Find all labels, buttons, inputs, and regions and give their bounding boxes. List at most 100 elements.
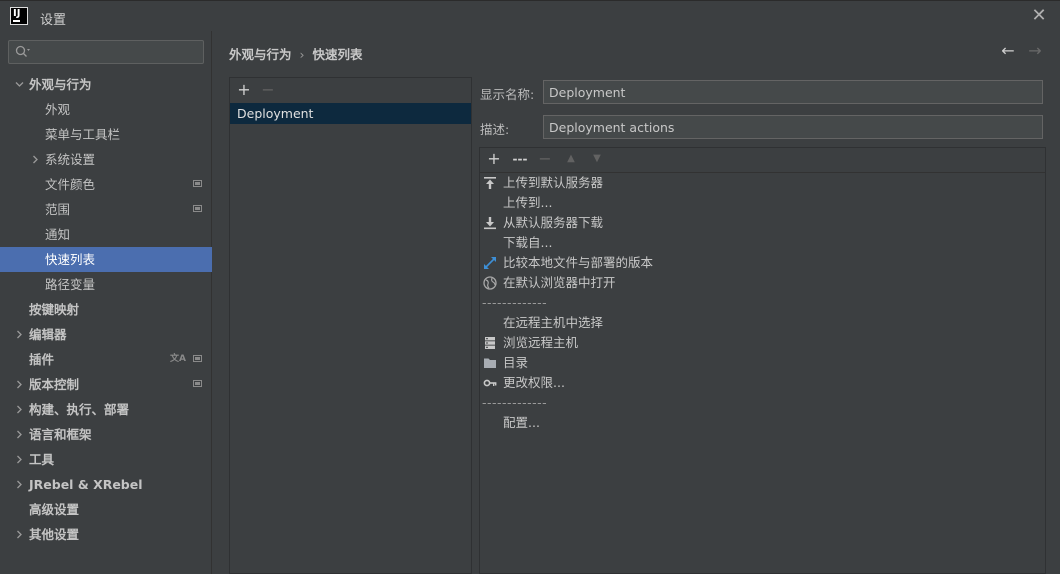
sidebar-item-label: 快速列表 — [45, 252, 96, 267]
back-arrow-icon[interactable]: ← — [998, 41, 1018, 61]
action-row[interactable]: 更改权限... — [480, 373, 1045, 393]
title-bar: IJ 设置 ✕ — [0, 0, 1060, 31]
project-scope-icon — [193, 355, 202, 362]
list-item[interactable]: Deployment — [230, 103, 471, 124]
quick-lists-toolbar: + − — [230, 78, 471, 104]
action-label: 上传到默认服务器 — [503, 175, 604, 190]
forward-arrow-icon[interactable]: → — [1025, 41, 1045, 61]
action-label: 在远程主机中选择 — [503, 315, 604, 330]
action-row[interactable]: 配置... — [480, 413, 1045, 433]
actions-list: 上传到默认服务器上传到... 从默认服务器下载下载自... 比较本地文件与部署的版本… — [480, 173, 1045, 433]
sidebar-item[interactable]: 版本控制 — [0, 372, 212, 397]
settings-tree: 外观与行为外观菜单与工具栏 系统设置文件颜色范围通知快速列表路径变量按键映射编辑器… — [0, 72, 212, 547]
add-list-button[interactable]: + — [235, 81, 253, 99]
sidebar-item-label: 外观 — [45, 102, 71, 117]
display-name-label: 显示名称: — [480, 87, 535, 102]
translate-icon: 文A — [170, 354, 186, 364]
sidebar-item[interactable]: 按键映射 — [0, 297, 212, 322]
chevron-right-icon[interactable] — [14, 372, 24, 397]
action-row[interactable]: 在远程主机中选择 — [480, 313, 1045, 333]
quick-lists: Deployment — [230, 103, 471, 124]
remove-action-button[interactable]: − — [536, 150, 554, 168]
chevron-right-icon[interactable] — [14, 322, 24, 347]
search-icon — [15, 45, 30, 57]
sidebar-item[interactable]: 编辑器 — [0, 322, 212, 347]
chevron-right-icon[interactable] — [14, 447, 24, 472]
sidebar-item-label: 外观与行为 — [29, 77, 92, 92]
close-button[interactable]: ✕ — [1030, 7, 1048, 25]
sidebar-item-label: 文件颜色 — [45, 177, 96, 192]
chevron-right-icon[interactable] — [14, 472, 24, 497]
sidebar-item-label: 语言和框架 — [29, 427, 92, 442]
sidebar-item-label: 范围 — [45, 202, 71, 217]
sidebar-item[interactable]: 范围 — [0, 197, 212, 222]
description-field[interactable] — [543, 115, 1043, 139]
action-label: 下载自... — [503, 235, 553, 250]
add-separator-button[interactable]: --- — [508, 150, 532, 168]
sidebar-item-label: 编辑器 — [29, 327, 67, 342]
actions-toolbar: + --- − ▲ ▼ — [480, 148, 1045, 173]
app-logo-icon: IJ — [10, 7, 28, 25]
action-row[interactable]: 从默认服务器下载 — [480, 213, 1045, 233]
compare-icon — [483, 256, 497, 270]
sidebar-item[interactable]: 通知 — [0, 222, 212, 247]
sidebar-item[interactable]: 系统设置 — [0, 147, 212, 172]
upload-icon — [483, 176, 497, 190]
sidebar-item-label: 构建、执行、部署 — [29, 402, 130, 417]
sidebar-item[interactable]: 构建、执行、部署 — [0, 397, 212, 422]
add-action-button[interactable]: + — [485, 150, 503, 168]
move-down-button[interactable]: ▼ — [588, 150, 606, 168]
sidebar-item[interactable]: 外观与行为 — [0, 72, 212, 97]
sidebar-item[interactable]: 文件颜色 — [0, 172, 212, 197]
chevron-right-icon[interactable] — [14, 422, 24, 447]
sidebar-item[interactable]: 高级设置 — [0, 497, 212, 522]
sidebar-item-label: 其他设置 — [29, 527, 80, 542]
chevron-right-icon[interactable] — [14, 522, 24, 547]
sidebar-item-label: 按键映射 — [29, 302, 80, 317]
chevron-down-icon[interactable] — [14, 72, 24, 97]
breadcrumb-parent[interactable]: 外观与行为 — [229, 47, 292, 62]
sidebar-item[interactable]: 工具 — [0, 447, 212, 472]
globe-icon — [483, 276, 497, 290]
remove-list-button[interactable]: − — [259, 81, 277, 99]
breadcrumb-separator: › — [299, 47, 305, 62]
action-label: ------------- — [482, 395, 548, 410]
search-box[interactable] — [8, 40, 204, 64]
sidebar-item-label: 版本控制 — [29, 377, 80, 392]
chevron-right-icon[interactable] — [14, 397, 24, 422]
separator-row[interactable]: ------------- — [480, 293, 1045, 313]
display-name-field[interactable] — [543, 80, 1043, 104]
action-row[interactable]: 浏览远程主机 — [480, 333, 1045, 353]
sidebar-item-label: 高级设置 — [29, 502, 80, 517]
action-row[interactable]: 目录 — [480, 353, 1045, 373]
sidebar-item[interactable]: 快速列表 — [0, 247, 212, 272]
action-label: 更改权限... — [503, 375, 565, 390]
description-label: 描述: — [480, 122, 510, 137]
action-row[interactable]: 上传到... — [480, 193, 1045, 213]
action-row[interactable]: 下载自... — [480, 233, 1045, 253]
sidebar-item[interactable]: 菜单与工具栏 — [0, 122, 212, 147]
sidebar-item[interactable]: 插件 文A — [0, 347, 212, 372]
action-label: ------------- — [482, 295, 548, 310]
sidebar-item-label: 系统设置 — [45, 152, 96, 167]
sidebar-item[interactable]: JRebel & XRebel — [0, 472, 212, 497]
project-scope-icon — [193, 380, 202, 387]
sidebar-item[interactable]: 外观 — [0, 97, 212, 122]
move-up-button[interactable]: ▲ — [562, 150, 580, 168]
chevron-right-icon[interactable] — [30, 147, 40, 172]
action-row[interactable]: 在默认浏览器中打开 — [480, 273, 1045, 293]
action-row[interactable]: 上传到默认服务器 — [480, 173, 1045, 193]
search-input[interactable] — [35, 43, 201, 63]
action-row[interactable]: 比较本地文件与部署的版本 — [480, 253, 1045, 273]
sidebar-item[interactable]: 其他设置 — [0, 522, 212, 547]
actions-panel: + --- − ▲ ▼ 上传到默认服务器上传到... 从默认服务器下载下载自...… — [479, 147, 1046, 574]
action-label: 浏览远程主机 — [503, 335, 579, 350]
sidebar-item-label: 菜单与工具栏 — [45, 127, 121, 142]
sidebar-item-label: 插件 — [29, 352, 55, 367]
sidebar-item-label: JRebel & XRebel — [29, 477, 143, 492]
separator-row[interactable]: ------------- — [480, 393, 1045, 413]
server-icon — [483, 336, 497, 350]
action-label: 配置... — [503, 415, 540, 430]
sidebar-item[interactable]: 路径变量 — [0, 272, 212, 297]
sidebar-item[interactable]: 语言和框架 — [0, 422, 212, 447]
